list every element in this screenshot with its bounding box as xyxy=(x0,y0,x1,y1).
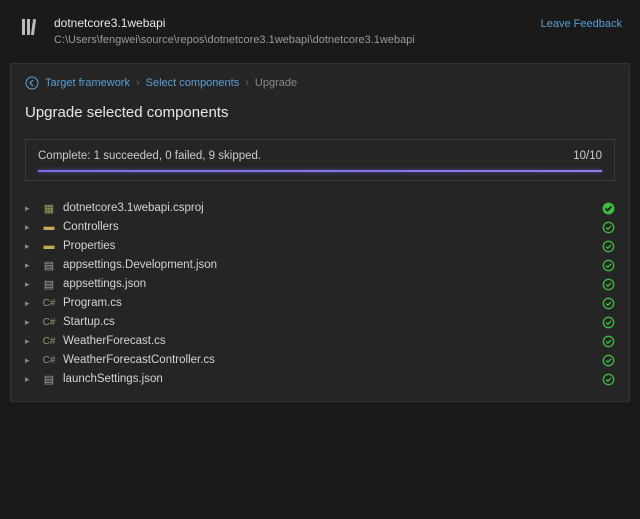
skipped-icon xyxy=(599,373,615,386)
component-list: ▸ ▦ dotnetcore3.1webapi.csproj ▸ ▬ Controller… xyxy=(25,199,615,389)
skipped-icon xyxy=(599,278,615,291)
status-text: Complete: 1 succeeded, 0 failed, 9 skipp… xyxy=(38,150,261,162)
back-icon[interactable] xyxy=(25,76,39,90)
chevron-right-icon: › xyxy=(136,77,140,89)
chevron-right-icon: ▸ xyxy=(25,374,35,385)
skipped-icon xyxy=(599,259,615,272)
item-name: Controllers xyxy=(63,221,593,233)
main-panel: Target framework › Select components › U… xyxy=(10,63,630,402)
item-name: WeatherForecastController.cs xyxy=(63,354,593,366)
item-name: appsettings.Development.json xyxy=(63,259,593,271)
page-title: Upgrade selected components xyxy=(25,104,615,121)
breadcrumb: Target framework › Select components › U… xyxy=(25,76,615,90)
chevron-right-icon: ▸ xyxy=(25,260,35,271)
chevron-right-icon: ▸ xyxy=(25,241,35,252)
app-icon xyxy=(18,14,44,40)
progress-card: Complete: 1 succeeded, 0 failed, 9 skipp… xyxy=(25,139,615,181)
csharp-icon: C# xyxy=(41,317,57,328)
item-name: WeatherForecast.cs xyxy=(63,335,593,347)
chevron-right-icon: ▸ xyxy=(25,298,35,309)
item-name: dotnetcore3.1webapi.csproj xyxy=(63,202,593,214)
csharp-icon: C# xyxy=(41,298,57,309)
chevron-right-icon: ▸ xyxy=(25,336,35,347)
project-path: C:\Users\fengwei\source\repos\dotnetcore… xyxy=(54,32,541,49)
item-name: appsettings.json xyxy=(63,278,593,290)
json-icon: ▤ xyxy=(41,373,57,386)
breadcrumb-select-components[interactable]: Select components xyxy=(146,77,240,89)
project-title: dotnetcore3.1webapi xyxy=(54,14,541,32)
json-icon: ▤ xyxy=(41,278,57,291)
success-icon xyxy=(599,202,615,215)
list-item[interactable]: ▸ C# Startup.cs xyxy=(25,313,615,332)
list-item[interactable]: ▸ C# WeatherForecastController.cs xyxy=(25,351,615,370)
list-item[interactable]: ▸ ▤ launchSettings.json xyxy=(25,370,615,389)
breadcrumb-current: Upgrade xyxy=(255,77,297,89)
csharp-icon: C# xyxy=(41,336,57,347)
list-item[interactable]: ▸ ▦ dotnetcore3.1webapi.csproj xyxy=(25,199,615,218)
chevron-right-icon: ▸ xyxy=(25,317,35,328)
item-name: Properties xyxy=(63,240,593,252)
chevron-right-icon: ▸ xyxy=(25,355,35,366)
item-name: Startup.cs xyxy=(63,316,593,328)
list-item[interactable]: ▸ C# Program.cs xyxy=(25,294,615,313)
list-item[interactable]: ▸ ▬ Controllers xyxy=(25,218,615,237)
item-name: Program.cs xyxy=(63,297,593,309)
list-item[interactable]: ▸ C# WeatherForecast.cs xyxy=(25,332,615,351)
list-item[interactable]: ▸ ▬ Properties xyxy=(25,237,615,256)
chevron-right-icon: ▸ xyxy=(25,203,35,214)
csharp-icon: C# xyxy=(41,355,57,366)
chevron-right-icon: › xyxy=(245,77,249,89)
skipped-icon xyxy=(599,354,615,367)
csproj-icon: ▦ xyxy=(41,202,57,215)
skipped-icon xyxy=(599,297,615,310)
folder-icon: ▬ xyxy=(41,221,57,233)
json-icon: ▤ xyxy=(41,259,57,272)
leave-feedback-link[interactable]: Leave Feedback xyxy=(541,14,622,30)
skipped-icon xyxy=(599,240,615,253)
progress-bar xyxy=(38,170,602,172)
chevron-right-icon: ▸ xyxy=(25,222,35,233)
list-item[interactable]: ▸ ▤ appsettings.json xyxy=(25,275,615,294)
skipped-icon xyxy=(599,221,615,234)
list-item[interactable]: ▸ ▤ appsettings.Development.json xyxy=(25,256,615,275)
chevron-right-icon: ▸ xyxy=(25,279,35,290)
skipped-icon xyxy=(599,335,615,348)
header: dotnetcore3.1webapi C:\Users\fengwei\sou… xyxy=(10,10,630,63)
folder-icon: ▬ xyxy=(41,240,57,252)
breadcrumb-target-framework[interactable]: Target framework xyxy=(45,77,130,89)
item-name: launchSettings.json xyxy=(63,373,593,385)
skipped-icon xyxy=(599,316,615,329)
progress-counter: 10/10 xyxy=(573,150,602,162)
